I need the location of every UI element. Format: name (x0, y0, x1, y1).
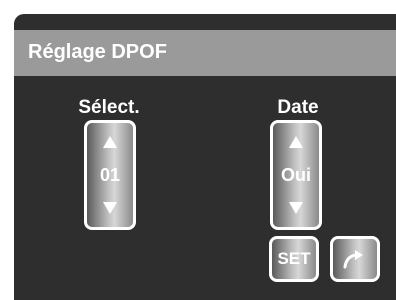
triangle-down-icon (103, 202, 117, 214)
select-down-button[interactable] (87, 197, 133, 219)
triangle-up-icon (289, 136, 303, 148)
date-value: Oui (281, 165, 311, 185)
title-bar: Réglage DPOF (14, 30, 396, 76)
select-value: 01 (99, 165, 121, 185)
triangle-down-icon (289, 202, 303, 214)
page: Réglage DPOF Sélect. Date 01 Oui SET (0, 0, 396, 300)
select-up-button[interactable] (87, 131, 133, 153)
select-spinner: 01 (84, 120, 136, 230)
set-button[interactable]: SET (269, 236, 319, 282)
date-label: Date (277, 97, 319, 118)
date-down-button[interactable] (273, 197, 319, 219)
page-title: Réglage DPOF (28, 41, 167, 63)
date-up-button[interactable] (273, 131, 319, 153)
camera-screen: Réglage DPOF Sélect. Date 01 Oui SET (14, 14, 396, 300)
date-spinner: Oui (270, 120, 322, 230)
curved-arrow-right-icon (343, 250, 363, 269)
set-button-label: SET (277, 249, 311, 268)
triangle-up-icon (103, 136, 117, 148)
select-label: Sélect. (78, 97, 140, 118)
next-button[interactable] (330, 236, 380, 282)
